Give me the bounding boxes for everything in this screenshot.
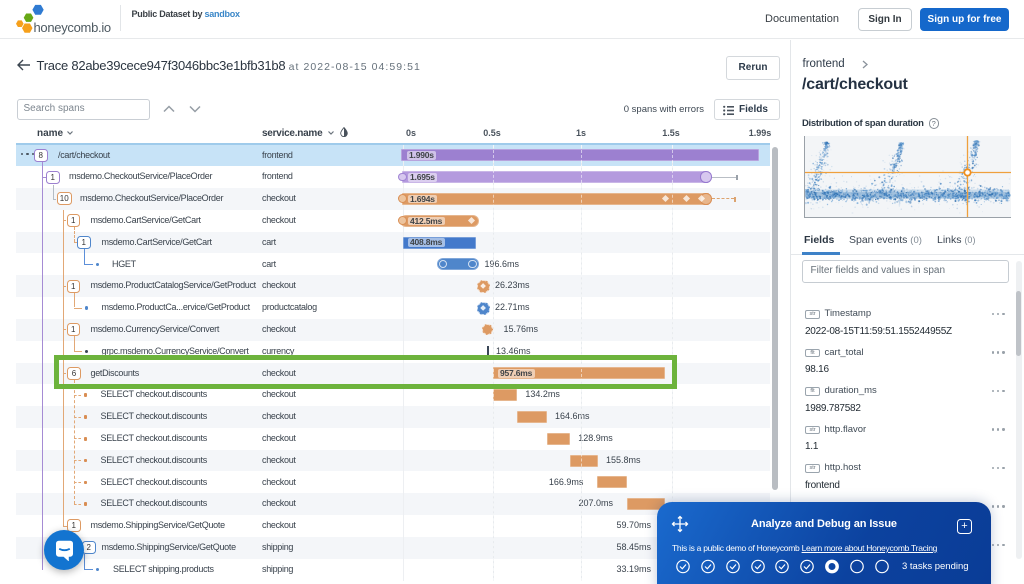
- svg-text:honeycomb.io: honeycomb.io: [34, 20, 111, 35]
